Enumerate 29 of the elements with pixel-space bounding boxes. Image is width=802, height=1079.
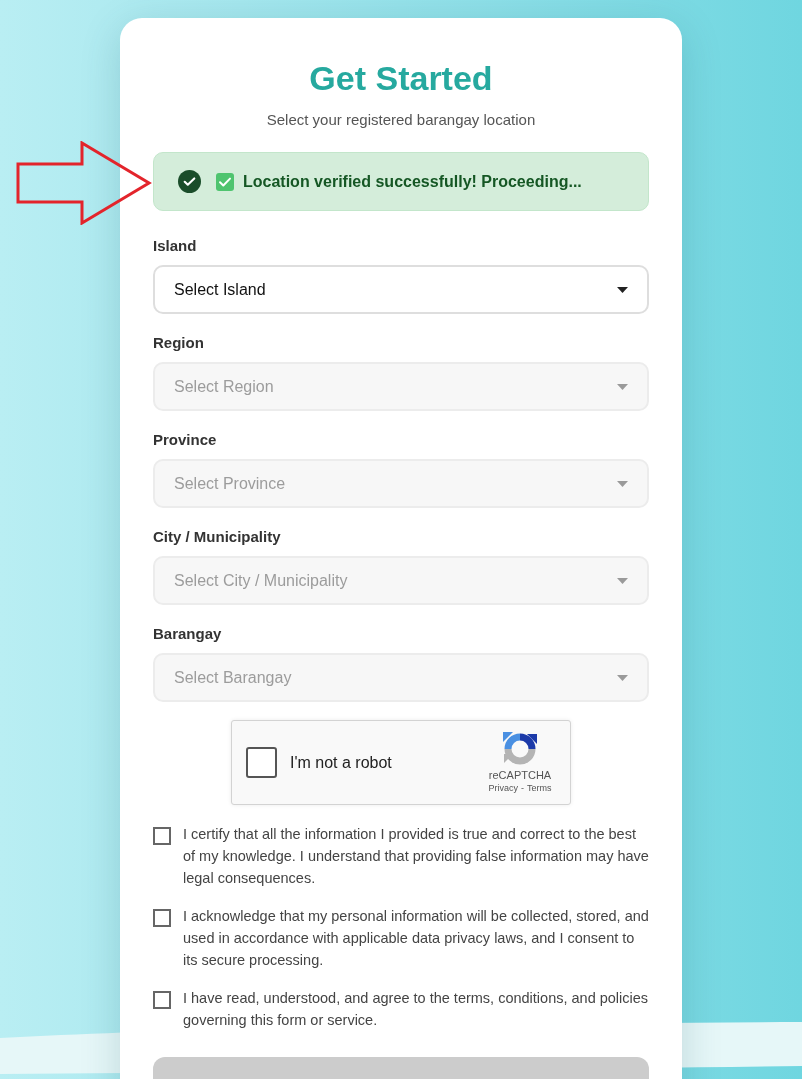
agreement-text: I acknowledge that my personal information will be collected, stored, and used in accordance with applicable data privacy laws, and I consent to its secure processing. — [183, 907, 649, 970]
dropdown-field[interactable]: Select Island — [153, 265, 649, 314]
captcha-label: I'm not a robot — [290, 752, 392, 773]
caret-icon — [617, 383, 628, 390]
field-label: City / Municipality — [153, 527, 281, 547]
field-label: Province — [153, 430, 217, 450]
caret-icon — [617, 480, 628, 487]
captcha-checkbox[interactable] — [246, 747, 277, 778]
agreement-checkbox[interactable] — [153, 827, 171, 845]
circular-arrows-icon — [503, 731, 537, 766]
field-label: Region — [153, 333, 204, 353]
page-title: Get Started — [308, 58, 494, 98]
check-box-icon — [216, 172, 234, 191]
agreement-text: I certify that all the information I provided is true and correct to the best of my knowledge. I understand that providing false information may have legal consequences. — [183, 825, 649, 888]
caret-icon — [617, 674, 628, 681]
check-circle-icon — [178, 170, 201, 193]
page-subtitle: Select your registered barangay location — [265, 110, 537, 130]
privacy-link[interactable]: Privacy — [488, 781, 518, 794]
field-label: Barangay — [153, 624, 222, 644]
terms-link[interactable]: Terms — [527, 781, 552, 794]
link-separator: - — [521, 781, 524, 794]
agreement-text: I have read, understood, and agree to the terms, conditions, and policies governing this form or service. — [183, 989, 649, 1030]
field-label: Island — [153, 236, 197, 256]
captcha-brand: reCAPTCHA — [488, 768, 552, 782]
caret-icon — [617, 577, 628, 584]
agreement-checkbox[interactable] — [153, 909, 171, 927]
alert-message: Location verified successfully! Proceeding... — [243, 171, 582, 192]
caret-icon — [617, 286, 628, 293]
agreement-checkbox[interactable] — [153, 991, 171, 1009]
